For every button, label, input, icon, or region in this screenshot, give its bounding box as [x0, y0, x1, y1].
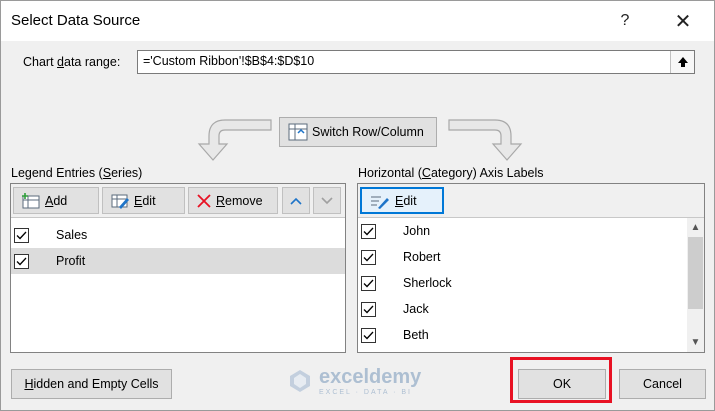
edit-axis-labels-button[interactable]: Edit [360, 187, 444, 214]
legend-entries-panel: Add Edit Remove Sales Profit [10, 183, 346, 353]
checkmark-icon [16, 231, 27, 239]
cancel-label: Cancel [643, 377, 682, 391]
axis-item-robert[interactable]: Robert [358, 244, 688, 270]
exceldemy-watermark: exceldemy EXCEL · DATA · BI [287, 366, 442, 396]
chevron-up-icon [290, 197, 302, 205]
axis-label: Sherlock [403, 276, 452, 290]
hidden-empty-cells-label: Hidden and Empty Cells [24, 377, 159, 391]
series-checkbox[interactable] [14, 227, 29, 243]
chevron-down-icon [321, 196, 333, 204]
series-label: Sales [56, 228, 88, 242]
select-data-source-dialog: Select Data Source ? ✕ Chart data range:… [0, 0, 715, 411]
axis-item-john[interactable]: John [358, 218, 688, 244]
remove-x-icon [197, 193, 211, 208]
chart-data-range-label: Chart data range: [23, 55, 121, 69]
scroll-down-icon[interactable]: ▼ [687, 334, 704, 351]
axis-item-beth[interactable]: Beth [358, 322, 688, 348]
scroll-thumb[interactable] [688, 237, 703, 309]
watermark-tagline: EXCEL · DATA · BI [319, 389, 412, 396]
checkmark-icon [363, 305, 374, 313]
checkmark-icon [363, 331, 374, 339]
checkmark-icon [16, 257, 27, 265]
checkmark-icon [363, 227, 374, 235]
add-table-icon [22, 192, 40, 208]
axis-checkbox[interactable] [361, 223, 376, 239]
axis-label: Beth [403, 328, 429, 342]
series-label: Profit [56, 254, 86, 268]
watermark-name: exceldemy [319, 366, 422, 388]
collapse-arrow-icon [677, 57, 688, 67]
chart-data-range-input[interactable]: ='Custom Ribbon'!$B$4:$D$10 [137, 50, 695, 74]
series-checkbox[interactable] [14, 253, 29, 269]
axis-checkbox[interactable] [361, 249, 376, 265]
axis-item-sherlock[interactable]: Sherlock [358, 270, 688, 296]
checkmark-icon [363, 253, 374, 261]
ok-label: OK [552, 377, 572, 391]
edit-axis-icon [371, 196, 389, 209]
axis-toolbar: Edit [358, 184, 704, 218]
title-bar: Select Data Source ? ✕ [1, 1, 714, 41]
remove-series-button[interactable]: Remove [188, 187, 278, 214]
axis-label: Jack [403, 302, 429, 316]
collapse-range-button[interactable] [670, 51, 694, 73]
axis-labels-panel: Edit John Robert Sherlock Jack Beth ▲ ▼ [357, 183, 705, 353]
edit-series-button[interactable]: Edit [102, 187, 185, 214]
curved-arrow-left-icon [197, 119, 272, 161]
move-up-button[interactable] [282, 187, 310, 214]
legend-toolbar: Add Edit Remove [11, 184, 345, 218]
switch-row-column-button[interactable]: Switch Row/Column [279, 117, 437, 147]
remove-label: Remove [216, 193, 263, 208]
close-button[interactable]: ✕ [665, 7, 701, 35]
add-label: Add [45, 193, 68, 208]
cancel-button[interactable]: Cancel [619, 369, 706, 399]
curved-arrow-right-icon [448, 119, 523, 161]
axis-item-jack[interactable]: Jack [358, 296, 688, 322]
checkmark-icon [363, 279, 374, 287]
axis-label: Robert [403, 250, 441, 264]
exceldemy-logo-icon [290, 370, 310, 392]
axis-labels-label: Horizontal (Category) Axis Labels [358, 166, 544, 180]
dialog-title: Select Data Source [11, 12, 141, 29]
chart-data-range-value: ='Custom Ribbon'!$B$4:$D$10 [143, 54, 315, 68]
ok-button[interactable]: OK [518, 369, 606, 399]
move-down-button[interactable] [313, 187, 341, 214]
hidden-empty-cells-button[interactable]: Hidden and Empty Cells [11, 369, 172, 399]
help-button[interactable]: ? [607, 7, 643, 35]
edit-axis-label: Edit [395, 193, 417, 208]
series-item-profit[interactable]: Profit [11, 248, 345, 274]
add-series-button[interactable]: Add [13, 187, 99, 214]
axis-checkbox[interactable] [361, 301, 376, 317]
switch-row-column-label: Switch Row/Column [312, 125, 424, 139]
series-item-sales[interactable]: Sales [11, 222, 345, 248]
edit-series-label: Edit [134, 193, 156, 208]
legend-entries-label: Legend Entries (Series) [11, 166, 143, 180]
axis-label: John [403, 224, 431, 238]
axis-checkbox[interactable] [361, 327, 376, 343]
edit-table-icon [111, 194, 129, 209]
axis-checkbox[interactable] [361, 275, 376, 291]
switch-row-column-icon [288, 123, 308, 141]
scroll-up-icon[interactable]: ▲ [687, 219, 704, 236]
axis-scrollbar[interactable]: ▲ ▼ [687, 218, 704, 352]
